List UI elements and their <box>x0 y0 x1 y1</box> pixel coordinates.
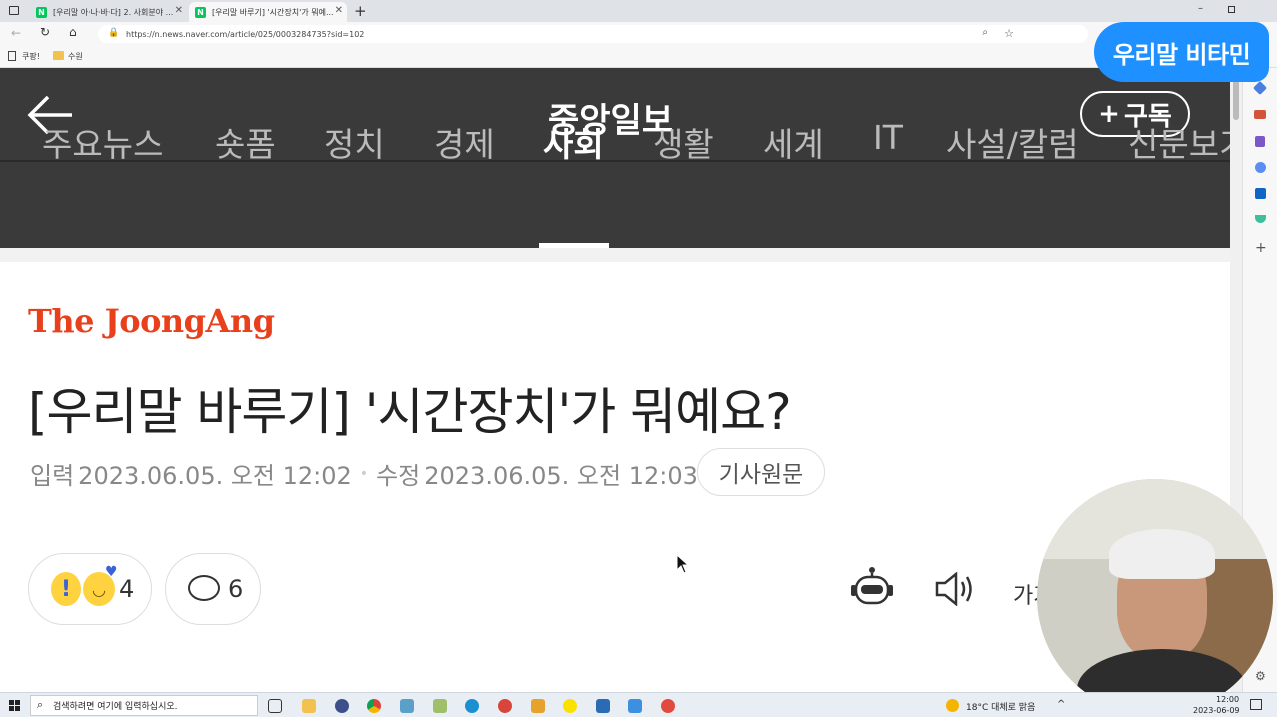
app-icon[interactable] <box>531 699 545 713</box>
edit-label: 수정 <box>376 462 421 490</box>
naver-favicon-icon: N <box>195 6 206 18</box>
tab-it[interactable]: IT <box>873 118 903 157</box>
plus-icon: + <box>1098 99 1120 129</box>
tab-title: [우리말 아·나·바·다] 2. 사회분야 ... <box>53 7 174 17</box>
article-title: [우리말 바루기] '시간장치'가 뭐예요? <box>28 383 792 441</box>
webcam-person-hair <box>1109 529 1215 579</box>
tab-newspaper[interactable]: 신문보기 <box>1128 118 1230 166</box>
weather-icon <box>946 699 959 712</box>
app-icon[interactable] <box>498 699 512 713</box>
photos-icon[interactable] <box>596 699 610 713</box>
drop-icon[interactable] <box>1255 215 1266 223</box>
browser-tab-strip: N [우리말 아·나·바·다] 2. 사회분야 ... ✕ N [우리말 바루기… <box>0 0 1277 22</box>
input-date: 2023.06.05. 오전 12:02 <box>78 462 352 490</box>
windows-taskbar: ⌕ 검색하려면 여기에 입력하십시오. 18°C 대체로 맑음 ^ 12:00 … <box>0 692 1277 717</box>
lock-icon: 🔒 <box>108 28 120 38</box>
refresh-icon[interactable]: ↻ <box>40 25 50 39</box>
browser-tab-2[interactable]: N [우리말 바루기] '시간장치'가 뭐예... ✕ <box>189 2 347 22</box>
tab-close-icon[interactable]: ✕ <box>335 5 343 16</box>
comment-button[interactable]: 6 <box>165 553 261 625</box>
tab-society[interactable]: 사회 <box>543 118 604 166</box>
weather-text[interactable]: 18°C 대체로 맑음 <box>966 700 1035 713</box>
address-toolbar: ← ↻ ⌂ 🔒 https://n.news.naver.com/article… <box>0 22 1277 46</box>
tab-title: [우리말 바루기] '시간장치'가 뭐예... <box>212 7 334 17</box>
bookmark-item[interactable]: 쿠팡! <box>22 51 40 62</box>
speaker-icon[interactable] <box>934 571 974 610</box>
original-article-button[interactable]: 기사원문 <box>697 448 825 496</box>
tab-close-icon[interactable]: ✕ <box>175 5 183 16</box>
new-tab-icon[interactable]: + <box>354 2 367 20</box>
tab-shortform[interactable]: 숏폼 <box>215 118 276 166</box>
sidebar-add-icon[interactable]: + <box>1255 240 1267 256</box>
url-field[interactable]: 🔒 https://n.news.naver.com/article/025/0… <box>98 25 1088 43</box>
kakaotalk-icon[interactable] <box>563 699 577 713</box>
m365-icon[interactable] <box>1255 162 1266 173</box>
tab-world[interactable]: 세계 <box>763 118 824 166</box>
chrome-icon[interactable] <box>367 699 381 713</box>
maximize-icon[interactable] <box>1228 6 1235 13</box>
tag-icon[interactable] <box>1252 80 1268 96</box>
summary-bot-icon[interactable] <box>850 566 894 612</box>
reaction-count: 4 <box>119 575 135 603</box>
clock-time: 12:00 <box>1216 695 1240 704</box>
app-icon[interactable] <box>433 699 447 713</box>
scrollbar-thumb[interactable] <box>1233 80 1239 120</box>
tab-politics[interactable]: 정치 <box>324 118 385 166</box>
edit-date: 2023.06.05. 오전 12:03 <box>424 462 698 490</box>
webcam-overlay <box>1037 479 1273 715</box>
input-label: 입력 <box>30 462 75 490</box>
joongang-logo: The JoongAng <box>28 302 275 340</box>
tab-main-news[interactable]: 주요뉴스 <box>42 118 163 166</box>
briefcase-icon[interactable] <box>1254 110 1266 119</box>
tray-chevron-icon[interactable]: ^ <box>1057 699 1065 710</box>
tab-newspaper-clip: 신문보기 <box>1128 118 1230 166</box>
tab-economy[interactable]: 경제 <box>434 118 495 166</box>
content-separator <box>0 248 1230 262</box>
favorite-star-icon[interactable]: ☆ <box>1004 27 1014 40</box>
zoom-icon[interactable]: ⌕ <box>982 27 988 38</box>
heart-icon: ♥ <box>105 564 118 580</box>
meta-dot: • <box>359 465 369 482</box>
notification-icon[interactable] <box>1250 699 1262 710</box>
windows-start-icon[interactable] <box>9 700 20 711</box>
comment-bubble-icon <box>188 575 220 601</box>
games-icon[interactable] <box>1255 136 1265 147</box>
app-icon[interactable] <box>661 699 675 713</box>
tab-living[interactable]: 생활 <box>653 118 714 166</box>
url-text: https://n.news.naver.com/article/025/000… <box>126 29 365 39</box>
search-placeholder: 검색하려면 여기에 입력하십시오. <box>53 702 178 712</box>
article-meta: 입력 2023.06.05. 오전 12:02 • 수정 2023.06.05.… <box>30 456 698 491</box>
app-icon[interactable] <box>628 699 642 713</box>
task-view-icon[interactable] <box>268 699 282 713</box>
search-icon: ⌕ <box>37 698 44 711</box>
minimize-icon[interactable]: – <box>1198 3 1203 14</box>
window-menu-icon[interactable] <box>9 6 19 15</box>
clock-date: 2023-06-09 <box>1193 706 1240 715</box>
home-icon[interactable]: ⌂ <box>69 25 77 39</box>
file-explorer-icon[interactable] <box>302 699 316 713</box>
folder-icon <box>53 51 64 60</box>
app-icon[interactable] <box>400 699 414 713</box>
bookmark-page-icon <box>8 51 16 61</box>
outlook-icon[interactable] <box>1255 188 1266 199</box>
vitamin-banner: 우리말 비타민 <box>1094 22 1269 82</box>
naver-favicon-icon: N <box>36 6 47 18</box>
mouse-cursor-icon <box>676 553 690 578</box>
back-icon[interactable]: ← <box>11 26 21 40</box>
taskbar-search-box[interactable]: ⌕ 검색하려면 여기에 입력하십시오. <box>30 695 258 716</box>
edge-icon[interactable] <box>465 699 479 713</box>
reaction-button[interactable]: ! ◡ ♥ 4 <box>28 553 152 625</box>
tab-editorial[interactable]: 사설/칼럼 <box>946 118 1079 166</box>
bookmark-item[interactable]: 수원 <box>68 51 83 62</box>
surprise-emoji-icon: ! <box>51 572 81 606</box>
bookmarks-bar: 쿠팡! 수원 <box>0 46 1277 68</box>
browser-tab-1[interactable]: N [우리말 아·나·바·다] 2. 사회분야 ... ✕ <box>30 2 187 22</box>
comment-count: 6 <box>228 575 244 603</box>
app-icon[interactable] <box>335 699 349 713</box>
